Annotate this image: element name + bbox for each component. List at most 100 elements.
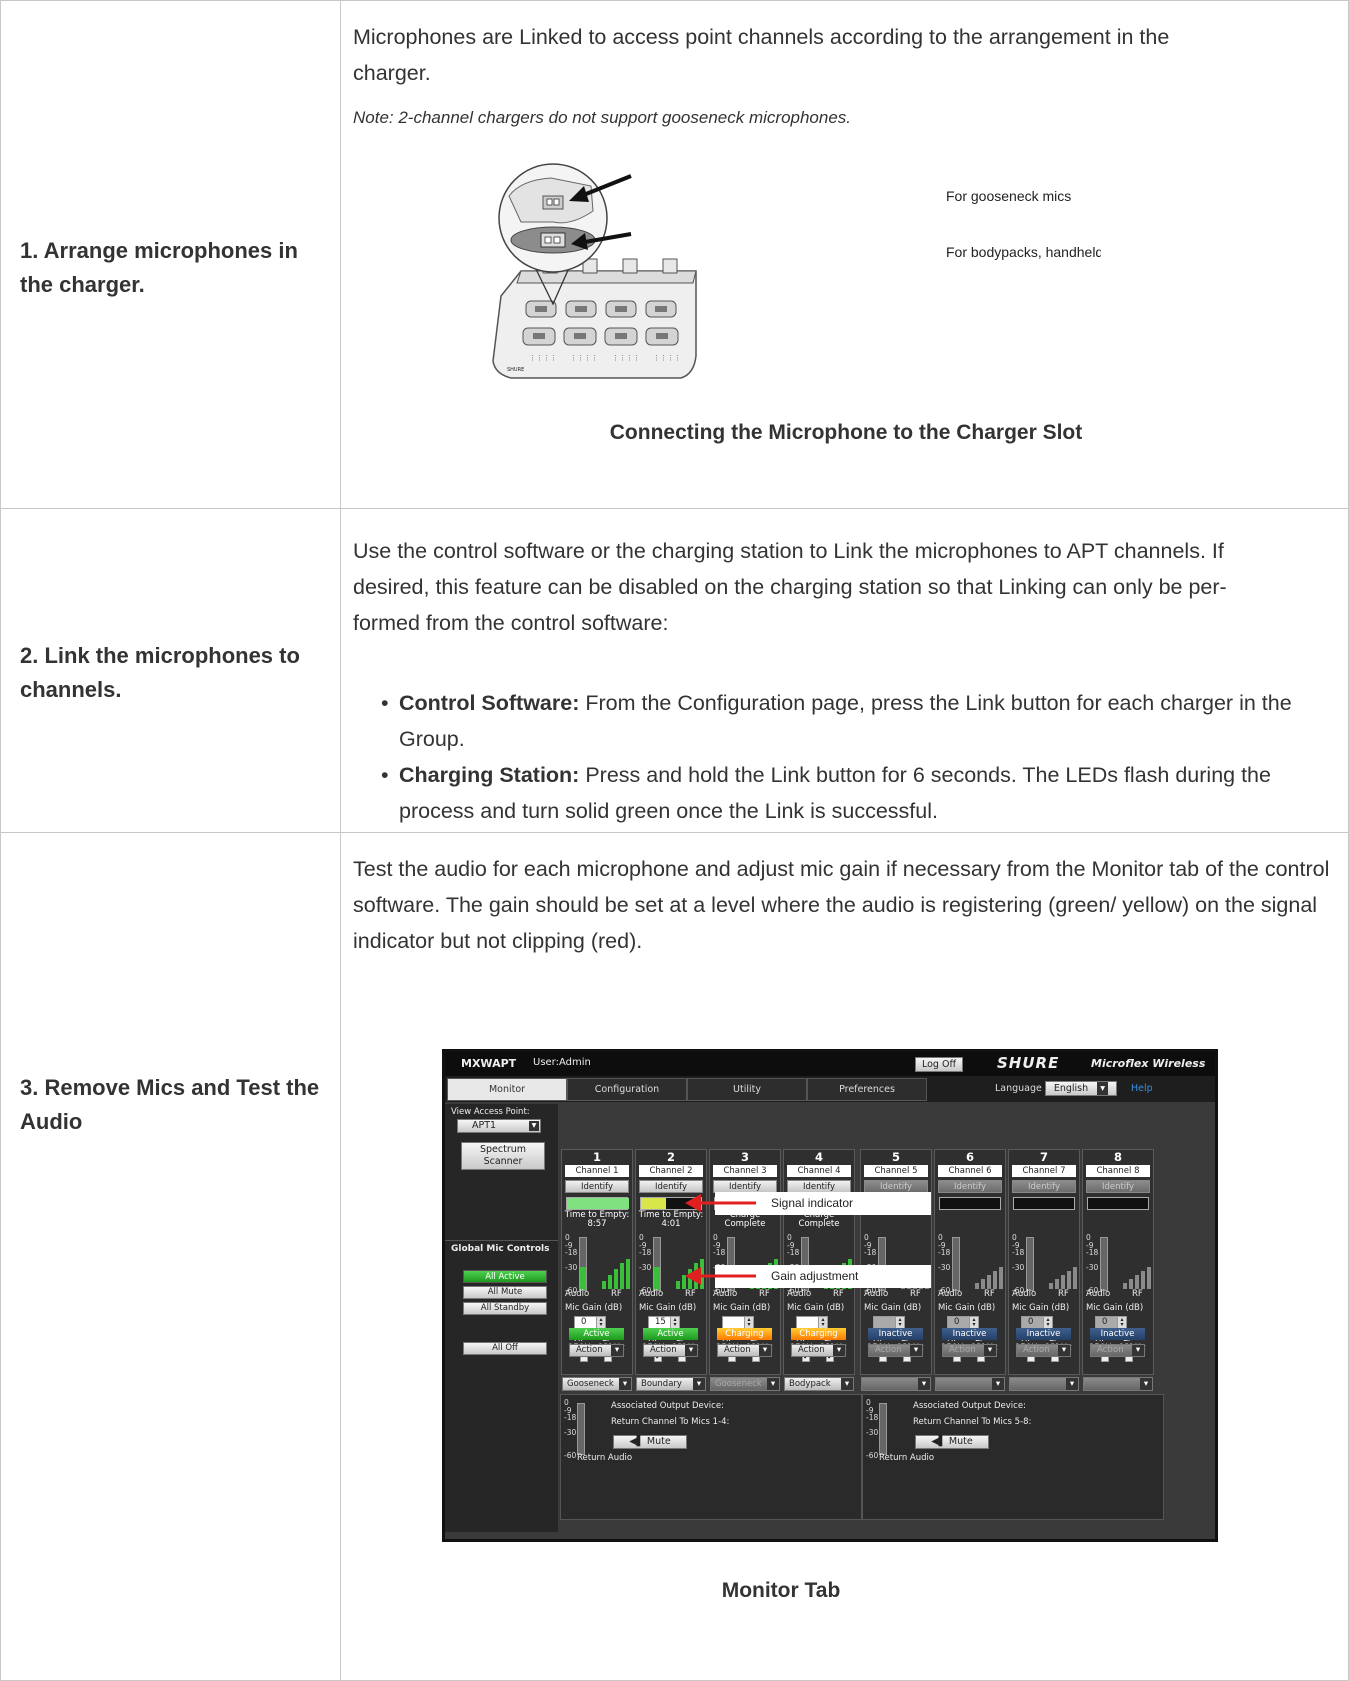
step-2-label: 2. Link the microphones to channels. xyxy=(20,643,300,702)
step-1-note: Note: 2-channel chargers do not support … xyxy=(353,108,852,127)
identify-button[interactable]: Identify xyxy=(1086,1180,1150,1193)
all-active-button[interactable]: All Active xyxy=(463,1270,547,1283)
mic-type-select[interactable]: Bodypack ▾ xyxy=(784,1377,854,1391)
step-3-label: 3. Remove Mics and Test the Audio xyxy=(20,1075,320,1134)
mic-gain-label: Mic Gain (dB) xyxy=(787,1303,845,1313)
mic-type-select[interactable]: ▾ xyxy=(935,1377,1005,1391)
mic-type-select[interactable]: ▾ xyxy=(1083,1377,1153,1391)
mic-gain-label: Mic Gain (dB) xyxy=(864,1303,922,1313)
action-menu[interactable]: Action ▾ xyxy=(791,1344,846,1357)
figure-caption-charger: Connecting the Microphone to the Charger… xyxy=(609,421,1083,444)
mic-type-select[interactable]: Gooseneck ▾ xyxy=(562,1377,632,1391)
rf-meter-bar xyxy=(1129,1279,1133,1289)
return-audio-panel-right: 0 -9 -18 -30 -60 Return Audio Associated Out… xyxy=(862,1394,1164,1520)
step-content-cell: Use the control software or the charging… xyxy=(340,508,1349,833)
mic-state-button[interactable]: Inactive xyxy=(868,1328,923,1340)
callout-arrows xyxy=(685,1194,756,1285)
step-1-description: Microphones are Linked to access point c… xyxy=(353,25,1170,85)
battery-fill xyxy=(641,1198,666,1209)
audio-label: Audio xyxy=(565,1289,590,1299)
list-item: Charging Station: Press and hold the Lin… xyxy=(381,757,1339,829)
return-audio-label: Return Audio xyxy=(577,1453,633,1463)
user-label: User:Admin xyxy=(533,1057,591,1068)
all-mute-button[interactable]: All Mute xyxy=(463,1286,547,1299)
channel-number: 5 xyxy=(891,1150,900,1164)
mic-state-button[interactable]: Charging xyxy=(791,1328,846,1340)
stepper-arrows-icon[interactable]: ▴ ▾ xyxy=(596,1317,605,1328)
logoff-button[interactable]: Log Off xyxy=(915,1057,963,1072)
mic-state-button[interactable]: Inactive xyxy=(1016,1328,1071,1340)
stepper-arrows-icon[interactable]: ▴ ▾ xyxy=(1117,1317,1126,1328)
rf-meter-bar xyxy=(1073,1267,1077,1289)
stepper-arrows-icon[interactable]: ▴ ▾ xyxy=(818,1317,827,1328)
rf-label: RF xyxy=(1058,1289,1069,1299)
stepper-arrows-icon[interactable]: ▴ ▾ xyxy=(670,1317,679,1328)
step-label-cell: 1. Arrange microphones in the charger. xyxy=(0,0,341,509)
identify-button[interactable]: Identify xyxy=(565,1180,629,1193)
channel-name: Channel 8 xyxy=(1086,1165,1150,1177)
mic-type-value: Gooseneck xyxy=(567,1379,614,1389)
identify-button[interactable]: Identify xyxy=(1012,1180,1076,1193)
audio-label: Audio xyxy=(938,1289,963,1299)
audio-meter-fill xyxy=(654,1267,660,1290)
stepper-arrows-icon[interactable]: ▴ ▾ xyxy=(1043,1317,1052,1328)
tab-preferences[interactable]: Preferences xyxy=(807,1078,927,1101)
mic-state-button[interactable]: Inactive xyxy=(942,1328,997,1340)
action-label: Action xyxy=(1023,1345,1050,1355)
chevron-down-icon: ▾ xyxy=(529,1121,539,1131)
mic-state-button[interactable]: Active xyxy=(569,1328,624,1340)
mic-type-select[interactable]: Boundary ▾ xyxy=(636,1377,706,1391)
mic-state-button[interactable]: Inactive xyxy=(1090,1328,1145,1340)
stepper-arrows-icon[interactable]: ▴ ▾ xyxy=(895,1317,904,1328)
divider xyxy=(445,1240,558,1241)
speaker-icon: ◀▌ xyxy=(931,1436,946,1447)
action-menu[interactable]: Action ▾ xyxy=(569,1344,624,1357)
channel-strip: 7 Channel 7 Identify 0 -9 -18 -30 -60 Audio … xyxy=(1008,1149,1080,1375)
mic-type-select[interactable]: ▾ xyxy=(861,1377,931,1391)
identify-button[interactable]: Identify xyxy=(938,1180,1002,1193)
action-menu[interactable]: Action ▾ xyxy=(942,1344,997,1357)
rf-meter-bar xyxy=(999,1267,1003,1289)
action-menu[interactable]: Action ▾ xyxy=(717,1344,772,1357)
step-row-2: 2. Link the microphones to channels. Use… xyxy=(0,508,1349,833)
all-standby-button[interactable]: All Standby xyxy=(463,1302,547,1315)
mic-state-button[interactable]: Charging xyxy=(717,1328,772,1340)
help-link[interactable]: Help xyxy=(1131,1083,1153,1094)
stepper-arrows-icon[interactable]: ▴ ▾ xyxy=(969,1317,978,1328)
svg-text:⋮⋮⋮⋮: ⋮⋮⋮⋮ xyxy=(529,354,557,362)
spectrum-scanner-button[interactable]: Spectrum Scanner xyxy=(461,1142,545,1170)
chevron-down-icon: ▾ xyxy=(984,1345,996,1356)
all-off-button[interactable]: All Off xyxy=(463,1342,547,1355)
rf-meter xyxy=(1049,1257,1079,1289)
audio-meter xyxy=(653,1237,661,1291)
audio-meter-fill xyxy=(580,1267,586,1290)
return-mute-button[interactable]: ◀▌ Mute xyxy=(613,1435,687,1449)
mic-state-button[interactable]: Active xyxy=(643,1328,698,1340)
rf-meter-bar xyxy=(975,1283,979,1289)
battery-indicator xyxy=(566,1197,629,1210)
audio-meter-scale: 0-9-18-30-60 xyxy=(938,1233,951,1295)
language-select[interactable]: English ▾ xyxy=(1045,1081,1117,1096)
action-menu[interactable]: Action ▾ xyxy=(1090,1344,1145,1357)
view-ap-select[interactable]: APT1 ▾ xyxy=(457,1119,541,1133)
action-menu[interactable]: Action ▾ xyxy=(1016,1344,1071,1357)
mic-type-select[interactable]: Gooseneck ▾ xyxy=(710,1377,780,1391)
channel-strip: 8 Channel 8 Identify 0 -9 -18 -30 -60 Audio … xyxy=(1082,1149,1154,1375)
tab-configuration[interactable]: Configuration xyxy=(567,1078,687,1101)
mic-type-select[interactable]: ▾ xyxy=(1009,1377,1079,1391)
mic-gain-value: 0 xyxy=(1102,1317,1108,1327)
rf-label: RF xyxy=(984,1289,995,1299)
stepper-arrows-icon[interactable]: ▴ ▾ xyxy=(744,1317,753,1328)
action-menu[interactable]: Action ▾ xyxy=(868,1344,923,1357)
description-line: desired, this feature can be disabled on… xyxy=(353,575,1227,599)
return-channel-label: Return Channel To Mics 1-4: xyxy=(611,1417,730,1427)
left-panel: View Access Point: APT1 ▾ Spectrum Scanne… xyxy=(445,1104,558,1532)
tab-monitor[interactable]: Monitor xyxy=(447,1078,567,1101)
battery-indicator xyxy=(1087,1197,1149,1210)
return-channel-label: Return Channel To Mics 5-8: xyxy=(913,1417,1032,1427)
channel-strip: 6 Channel 6 Identify 0 -9 -18 -30 -60 Audio … xyxy=(934,1149,1006,1375)
tab-utility[interactable]: Utility xyxy=(687,1078,807,1101)
action-menu[interactable]: Action ▾ xyxy=(643,1344,698,1357)
mic-type-value: Boundary xyxy=(641,1379,682,1389)
return-mute-button[interactable]: ◀▌ Mute xyxy=(915,1435,989,1449)
